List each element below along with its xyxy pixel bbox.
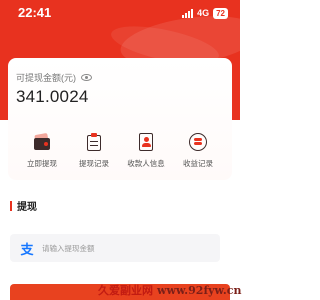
withdraw-records-button[interactable]: 提现记录	[70, 132, 118, 169]
quick-actions: 立即提现 提现记录 收款人信息 收益记录	[8, 132, 232, 169]
action-label: 立即提现	[27, 159, 57, 168]
clipboard-icon	[84, 132, 104, 152]
amount-field[interactable]: 支	[10, 234, 220, 262]
amount-input[interactable]	[42, 243, 202, 253]
wallet-icon	[32, 132, 52, 152]
balance-value: 341.0024	[16, 87, 89, 106]
earnings-records-button[interactable]: 收益记录	[174, 132, 222, 169]
balance-label-row: 可提现金额(元)	[16, 71, 92, 84]
watermark-url: www.92fyw.cn	[157, 283, 242, 297]
alipay-icon: 支	[20, 242, 34, 258]
section-accent-bar	[10, 200, 12, 211]
payee-info-button[interactable]: 收款人信息	[122, 132, 170, 169]
action-label: 收款人信息	[127, 159, 165, 168]
withdraw-section-title: 提现	[10, 198, 37, 213]
withdraw-now-button[interactable]: 立即提现	[18, 132, 66, 169]
network-type: 4G	[197, 8, 210, 18]
battery-icon: 72	[213, 7, 228, 19]
status-indicators: 4G 72	[182, 7, 228, 19]
contact-icon	[136, 132, 156, 152]
coins-icon	[188, 132, 208, 152]
balance-card: 可提现金额(元) 341.0024 立即提现 提现记录 收款人信息 收益记录	[8, 58, 232, 180]
action-label: 提现记录	[79, 159, 109, 168]
watermark-text: 久爱副业网	[98, 284, 153, 297]
section-title-text: 提现	[17, 202, 37, 213]
eye-icon[interactable]	[81, 74, 92, 81]
signal-icon	[182, 8, 194, 18]
status-bar: 22:41 4G 72	[0, 0, 240, 26]
status-time: 22:41	[18, 5, 52, 20]
watermark: 久爱副业网 www.92fyw.cn	[98, 280, 242, 300]
balance-label: 可提现金额(元)	[16, 73, 76, 83]
action-label: 收益记录	[183, 159, 213, 168]
